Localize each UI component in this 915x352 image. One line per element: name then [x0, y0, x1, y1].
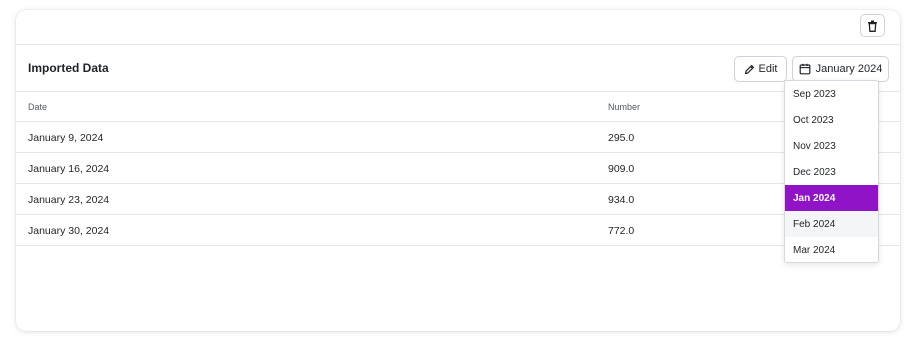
data-table: Date Number January 9, 2024 295.0 Januar… [16, 92, 900, 246]
month-option[interactable]: Oct 2023 [785, 107, 878, 133]
cell-date: January 30, 2024 [28, 225, 110, 237]
column-header-number: Number [608, 102, 641, 112]
month-option[interactable]: Nov 2023 [785, 133, 878, 159]
cell-date: January 9, 2024 [28, 132, 104, 144]
month-picker-button[interactable]: January 2024 [792, 56, 889, 82]
month-option[interactable]: Mar 2024 [785, 237, 878, 263]
imported-data-card: Imported Data Edit January 2024 Date Num… [16, 10, 900, 331]
column-header-date: Date [28, 102, 48, 112]
card-header: Imported Data Edit January 2024 [16, 46, 900, 92]
table-row: January 16, 2024 909.0 [16, 153, 900, 184]
page-title: Imported Data [28, 61, 109, 75]
month-picker-label: January 2024 [815, 63, 883, 75]
month-option-selected[interactable]: Jan 2024 [785, 185, 878, 211]
table-row: January 9, 2024 295.0 [16, 122, 900, 153]
month-option[interactable]: Sep 2023 [785, 81, 878, 107]
calendar-icon [799, 63, 811, 75]
pencil-icon [744, 64, 755, 75]
cell-number: 772.0 [608, 225, 635, 237]
month-option[interactable]: Dec 2023 [785, 159, 878, 185]
month-option[interactable]: Feb 2024 [785, 211, 878, 237]
card-toolbar [16, 10, 900, 45]
cell-number: 295.0 [608, 132, 635, 144]
cell-date: January 23, 2024 [28, 194, 110, 206]
delete-button[interactable] [860, 14, 885, 37]
month-dropdown: Sep 2023 Oct 2023 Nov 2023 Dec 2023 Jan … [784, 80, 879, 263]
cell-date: January 16, 2024 [28, 163, 110, 175]
trash-icon [867, 20, 878, 32]
table-row: January 23, 2024 934.0 [16, 184, 900, 215]
edit-button-label: Edit [758, 63, 778, 75]
table-row: January 30, 2024 772.0 [16, 215, 900, 246]
edit-button[interactable]: Edit [734, 56, 787, 82]
cell-number: 909.0 [608, 163, 635, 175]
cell-number: 934.0 [608, 194, 635, 206]
table-header: Date Number [16, 92, 900, 122]
